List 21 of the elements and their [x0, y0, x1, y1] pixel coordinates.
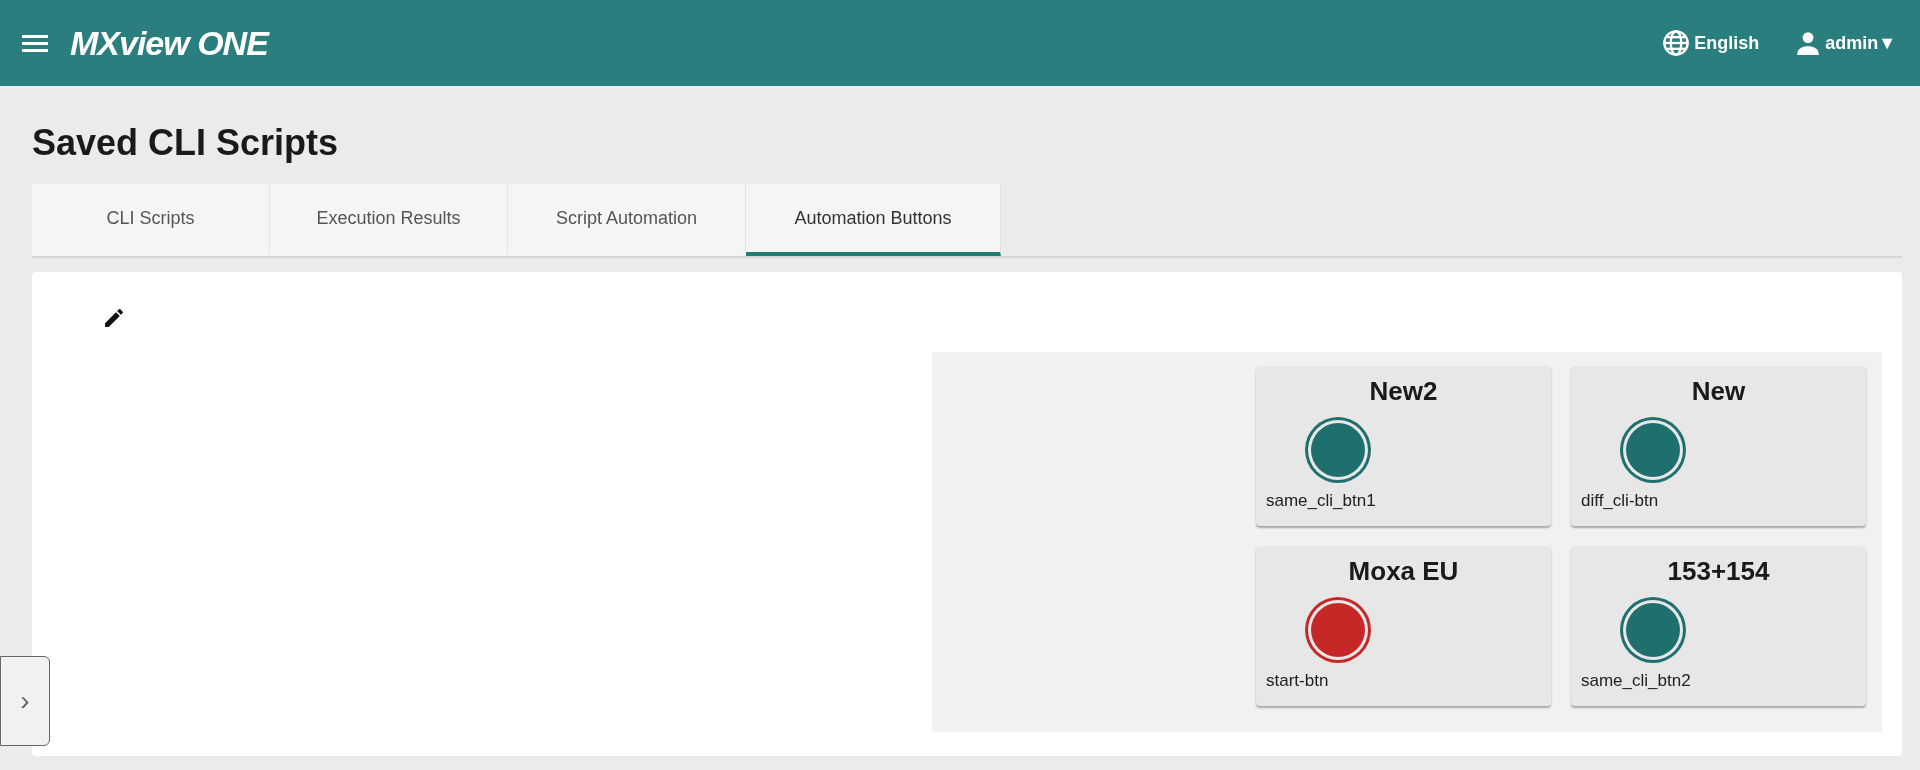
user-menu-button[interactable]: admin▼: [1795, 30, 1896, 56]
language-button[interactable]: English: [1662, 29, 1760, 57]
tab[interactable]: Script Automation: [508, 184, 746, 256]
button-title: 153+154: [1667, 556, 1770, 587]
edit-icon[interactable]: [102, 306, 126, 330]
tab[interactable]: Automation Buttons: [746, 184, 1001, 256]
button-label: diff_cli-btn: [1581, 491, 1659, 511]
button-label: start-btn: [1266, 671, 1329, 691]
tab[interactable]: Execution Results: [270, 184, 508, 256]
button-label: same_cli_btn1: [1266, 491, 1376, 511]
button-title: New2: [1369, 376, 1438, 407]
page-title: Saved CLI Scripts: [32, 122, 340, 164]
person-icon: [1795, 30, 1822, 56]
side-panel-toggle[interactable]: ›: [0, 656, 50, 746]
tab[interactable]: CLI Scripts: [32, 184, 270, 256]
menu-icon[interactable]: [22, 33, 48, 53]
button-label: same_cli_btn2: [1581, 671, 1691, 691]
button-title: Moxa EU: [1348, 556, 1459, 587]
app-logo[interactable]: MXview ONE: [70, 23, 268, 63]
button-title: New: [1691, 376, 1746, 407]
globe-icon: [1662, 29, 1691, 57]
